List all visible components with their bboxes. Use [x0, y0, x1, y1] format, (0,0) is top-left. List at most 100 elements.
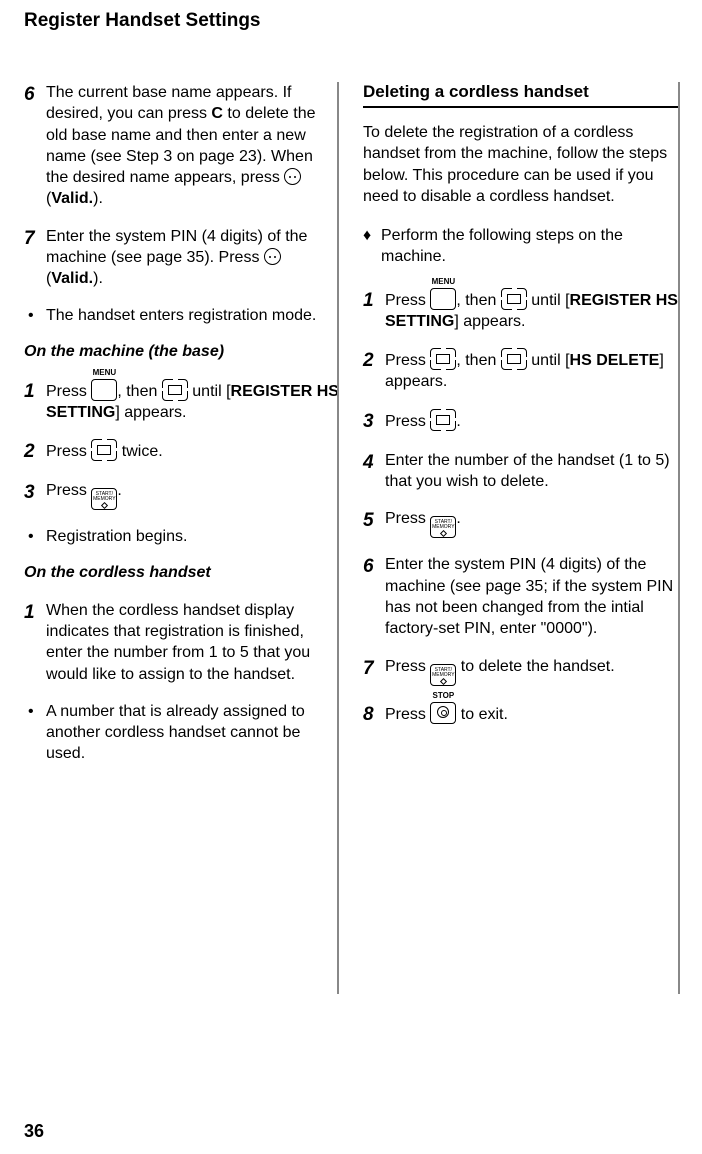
delete-step-8: 8 Press STOP to exit.: [363, 702, 678, 727]
step-body: Press twice.: [46, 439, 339, 464]
text: until [: [188, 383, 231, 400]
delete-step-4: 4 Enter the number of the handset (1 to …: [363, 450, 678, 493]
menu-key-icon: MENU: [430, 288, 456, 310]
bullet-text: The handset enters registration mode.: [46, 305, 316, 326]
step-number: 7: [363, 656, 385, 686]
text: ).: [93, 270, 103, 287]
text: , then: [117, 383, 161, 400]
delete-step-6: 6 Enter the system PIN (4 digits) of the…: [363, 554, 678, 639]
text: Press: [46, 482, 91, 499]
step-number: 5: [363, 508, 385, 538]
ok-icon: [264, 248, 281, 265]
text: .: [117, 482, 121, 499]
step-body: Press START/MEMORY.: [46, 480, 339, 510]
step-body: When the cordless handset display indica…: [46, 600, 339, 685]
text: Press: [385, 658, 430, 675]
step-body: Enter the system PIN (4 digits) of the m…: [46, 226, 339, 290]
text: ).: [93, 190, 103, 207]
bullet-item: • A number that is already assigned to a…: [28, 701, 339, 765]
step-6: 6 The current base name appears. If desi…: [24, 82, 339, 210]
delete-step-7: 7 Press START/MEMORY to delete the hands…: [363, 656, 678, 686]
nav-key-icon: [501, 288, 527, 310]
bullet-item: • Registration begins.: [28, 526, 339, 547]
text: , then: [456, 352, 500, 369]
nav-key-icon: [501, 348, 527, 370]
start-memory-key-icon: START/MEMORY: [430, 516, 456, 538]
step-number: 1: [24, 379, 46, 424]
diamond-text: Perform the following steps on the machi…: [381, 225, 678, 268]
step-number: 6: [363, 554, 385, 639]
text: ] appears.: [115, 404, 186, 421]
column-divider: [678, 82, 680, 994]
text: .: [456, 413, 460, 430]
machine-step-2: 2 Press twice.: [24, 439, 339, 464]
ok-icon: [284, 168, 301, 185]
deleting-heading: Deleting a cordless handset: [363, 82, 678, 108]
menu-key-icon: MENU: [91, 379, 117, 401]
diamond-icon: ♦: [363, 225, 381, 268]
bullet-item: • The handset enters registration mode.: [28, 305, 339, 326]
step-body: Press START/MEMORY to delete the handset…: [385, 656, 678, 686]
stop-key-icon: STOP: [430, 702, 456, 724]
step-body: Enter the number of the handset (1 to 5)…: [385, 450, 678, 493]
diamond-bullet: ♦ Perform the following steps on the mac…: [363, 225, 678, 268]
valid-label: Valid.: [51, 190, 93, 207]
text: Press: [385, 292, 430, 309]
subheading-machine: On the machine (the base): [24, 343, 339, 361]
menu-label: MENU: [431, 277, 455, 288]
step-number: 6: [24, 82, 46, 210]
text: until [: [527, 292, 570, 309]
nav-key-icon: [91, 439, 117, 461]
page-title: Register Handset Settings: [24, 10, 678, 32]
step-number: 2: [24, 439, 46, 464]
nav-key-icon: [430, 348, 456, 370]
delete-step-3: 3 Press .: [363, 409, 678, 434]
text: to delete the handset.: [456, 658, 614, 675]
subheading-handset: On the cordless handset: [24, 564, 339, 582]
right-column: Deleting a cordless handset To delete th…: [363, 82, 678, 1062]
page-number: 36: [24, 1121, 44, 1142]
step-body: Press .: [385, 409, 678, 434]
step-body: The current base name appears. If desire…: [46, 82, 339, 210]
text: Press: [385, 413, 430, 430]
text: Press: [385, 352, 430, 369]
step-number: 3: [24, 480, 46, 510]
hs-delete: HS DELETE: [570, 352, 660, 369]
bullet-dot: •: [28, 305, 46, 326]
text: Press: [46, 383, 91, 400]
two-column-layout: 6 The current base name appears. If desi…: [24, 82, 678, 1062]
step-number: 2: [363, 348, 385, 393]
delete-step-2: 2 Press , then until [HS DELETE] appears…: [363, 348, 678, 393]
step-body: Press START/MEMORY.: [385, 508, 678, 538]
text: to exit.: [456, 706, 508, 723]
text: ] appears.: [454, 313, 525, 330]
text: twice.: [117, 443, 162, 460]
bullet-text: Registration begins.: [46, 526, 187, 547]
stop-label: STOP: [431, 691, 455, 702]
step-body: Enter the system PIN (4 digits) of the m…: [385, 554, 678, 639]
step-7: 7 Enter the system PIN (4 digits) of the…: [24, 226, 339, 290]
step-number: 3: [363, 409, 385, 434]
text: Press: [385, 510, 430, 527]
machine-step-3: 3 Press START/MEMORY.: [24, 480, 339, 510]
step-number: 1: [24, 600, 46, 685]
key-c: C: [211, 105, 223, 122]
bullet-dot: •: [28, 701, 46, 765]
bullet-text: A number that is already assigned to ano…: [46, 701, 339, 765]
start-memory-key-icon: START/MEMORY: [430, 664, 456, 686]
step-body: Press , then until [HS DELETE] appears.: [385, 348, 678, 393]
text: Press: [46, 443, 91, 460]
nav-key-icon: [162, 379, 188, 401]
text: , then: [456, 292, 500, 309]
nav-key-icon: [430, 409, 456, 431]
bullet-dot: •: [28, 526, 46, 547]
step-number: 8: [363, 702, 385, 727]
start-memory-key-icon: START/MEMORY: [91, 488, 117, 510]
text: .: [456, 510, 460, 527]
left-column: 6 The current base name appears. If desi…: [24, 82, 339, 1062]
intro-text: To delete the registration of a cordless…: [363, 122, 678, 207]
step-body: Press MENU, then until [REGISTER HS SETT…: [385, 288, 678, 333]
step-body: Press STOP to exit.: [385, 702, 678, 727]
step-body: Press MENU, then until [REGISTER HS SETT…: [46, 379, 339, 424]
step-number: 1: [363, 288, 385, 333]
